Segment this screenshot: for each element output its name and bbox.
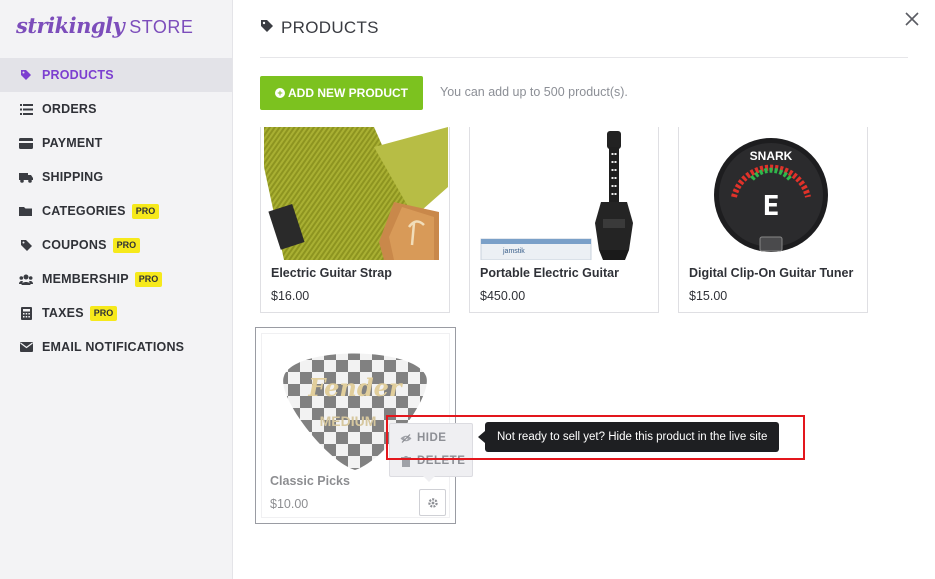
tag-icon <box>19 68 33 82</box>
fender-logo-text: Fender <box>307 373 403 402</box>
delete-label: DELETE <box>417 455 466 467</box>
menu-pointer <box>423 476 435 482</box>
pro-badge: PRO <box>134 271 163 287</box>
envelope-icon <box>19 340 33 354</box>
product-name: Digital Clip-On Guitar Tuner <box>689 266 854 280</box>
main-panel: PRODUCTS + ADD NEW PRODUCT You can add u… <box>233 0 935 579</box>
hide-label: HIDE <box>417 432 447 444</box>
sidebar-item-label: SHIPPING <box>42 170 104 184</box>
add-new-product-button[interactable]: + ADD NEW PRODUCT <box>260 76 423 110</box>
eye-slash-icon <box>400 432 412 444</box>
sidebar-item-label: MEMBERSHIP <box>42 272 129 286</box>
product-image-portable-guitar: jamstik <box>473 127 657 260</box>
product-name: Portable Electric Guitar <box>480 266 619 280</box>
sidebar-item-shipping[interactable]: SHIPPING <box>0 160 232 194</box>
brand-store-text: STORE <box>129 17 194 37</box>
add-new-product-label: ADD NEW PRODUCT <box>288 86 408 100</box>
pro-badge: PRO <box>112 237 141 253</box>
page-title: PRODUCTS <box>281 18 379 37</box>
close-icon <box>905 12 919 26</box>
product-name: Electric Guitar Strap <box>271 266 392 280</box>
list-icon <box>19 102 33 116</box>
product-price: $16.00 <box>271 289 310 303</box>
product-actions-menu: HIDE DELETE <box>389 423 473 477</box>
credit-card-icon <box>19 136 33 150</box>
sidebar-item-label: PRODUCTS <box>42 68 114 82</box>
tooltip-pointer <box>478 431 485 443</box>
header-divider <box>260 57 908 58</box>
snark-brand-label: SNARK <box>750 149 793 163</box>
product-price: $10.00 <box>270 497 309 511</box>
pro-badge: PRO <box>131 203 160 219</box>
sidebar-item-label: EMAIL NOTIFICATIONS <box>42 340 185 354</box>
product-card-guitar-tuner[interactable]: SNARK E Digital Clip-On Guitar Tuner $15… <box>678 127 868 313</box>
sidebar-item-orders[interactable]: ORDERS <box>0 92 232 126</box>
product-limit-hint: You can add up to 500 product(s). <box>440 85 628 99</box>
sidebar-item-label: COUPONS <box>42 238 107 252</box>
pro-badge: PRO <box>89 305 118 321</box>
gear-icon <box>427 497 438 508</box>
sidebar-item-coupons[interactable]: COUPONS PRO <box>0 228 232 262</box>
trash-icon <box>400 455 412 467</box>
hide-tooltip: Not ready to sell yet? Hide this product… <box>485 422 780 452</box>
hide-menu-item[interactable]: HIDE <box>400 432 446 444</box>
product-price: $450.00 <box>480 289 526 303</box>
sidebar-item-label: TAXES <box>42 306 84 320</box>
users-icon <box>19 272 33 286</box>
product-settings-button[interactable] <box>419 489 446 516</box>
tags-icon <box>19 238 33 252</box>
folder-icon <box>19 204 33 218</box>
brand-logo-text: strikingly <box>16 13 125 38</box>
product-card-guitar-strap[interactable]: Electric Guitar Strap $16.00 <box>260 127 450 313</box>
product-price: $15.00 <box>689 289 728 303</box>
tag-icon <box>260 19 274 38</box>
plus-circle-icon: + <box>275 88 285 98</box>
product-card-portable-guitar[interactable]: jamstik Portable Electric Guitar $450.00 <box>469 127 659 313</box>
product-image-guitar-strap <box>264 127 448 260</box>
sidebar-item-email-notifications[interactable]: EMAIL NOTIFICATIONS <box>0 330 232 364</box>
sidebar-item-products[interactable]: PRODUCTS <box>0 58 232 92</box>
sidebar-item-label: ORDERS <box>42 102 97 116</box>
brand-logo[interactable]: strikingly STORE <box>16 13 193 38</box>
sidebar-nav: PRODUCTS ORDERS PAYMENT SHIPPING CATEGOR… <box>0 58 232 364</box>
product-name: Classic Picks <box>270 474 350 488</box>
sidebar-item-membership[interactable]: MEMBERSHIP PRO <box>0 262 232 296</box>
page-header: PRODUCTS <box>260 18 379 38</box>
product-image-guitar-tuner: SNARK E <box>682 127 866 260</box>
truck-icon <box>19 170 33 184</box>
jamstik-box-label: jamstik <box>502 248 525 255</box>
close-button[interactable] <box>905 12 921 28</box>
calculator-icon <box>19 306 33 320</box>
sidebar-item-label: CATEGORIES <box>42 204 126 218</box>
sidebar-item-categories[interactable]: CATEGORIES PRO <box>0 194 232 228</box>
sidebar-item-taxes[interactable]: TAXES PRO <box>0 296 232 330</box>
sidebar-item-payment[interactable]: PAYMENT <box>0 126 232 160</box>
sidebar-item-label: PAYMENT <box>42 136 103 150</box>
pick-size-text: MEDIUM <box>320 413 377 429</box>
sidebar: strikingly STORE PRODUCTS ORDERS PAYMENT <box>0 0 233 579</box>
tuner-note: E <box>763 189 780 222</box>
delete-menu-item[interactable]: DELETE <box>400 455 465 467</box>
